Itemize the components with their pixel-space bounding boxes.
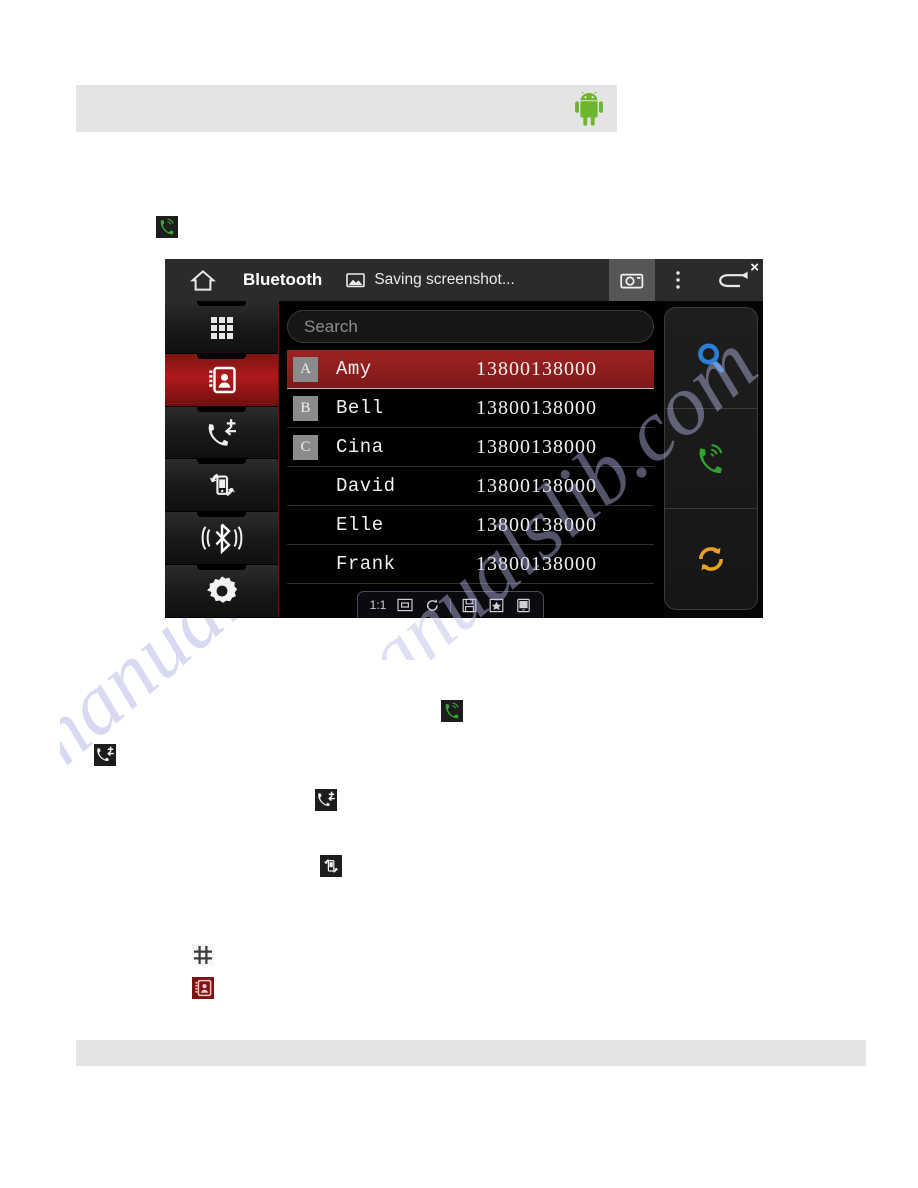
contact-letter-badge: C	[293, 434, 318, 460]
dialpad-icon	[210, 316, 233, 339]
sidebar-item-call-log[interactable]	[165, 406, 278, 460]
tablet-icon	[516, 598, 530, 612]
contact-name: Elle	[336, 514, 384, 536]
phone-call-green-icon	[441, 700, 463, 722]
star-icon	[489, 598, 503, 612]
sidebar-item-settings[interactable]	[165, 565, 278, 618]
contact-phone: 13800138000	[476, 396, 597, 419]
search-input[interactable]: Search	[287, 310, 654, 343]
search-action-button[interactable]	[665, 308, 757, 409]
magnifier-icon	[698, 343, 724, 373]
scale-label: 1:1	[369, 598, 387, 612]
contact-name: Cina	[336, 436, 384, 458]
dialpad-grid-icon	[192, 944, 214, 966]
page-title: Bluetooth	[243, 270, 323, 289]
action-panel	[664, 307, 758, 610]
table-row[interactable]: Frank 13800138000	[287, 545, 654, 584]
table-row[interactable]: B Bell 13800138000	[287, 389, 654, 428]
favorite-button[interactable]	[484, 595, 508, 615]
floppy-save-icon	[462, 598, 476, 612]
footer-band	[76, 1040, 866, 1066]
sidebar-item-bluetooth[interactable]	[165, 512, 278, 566]
contact-name: Bell	[336, 397, 384, 419]
fit-screen-icon	[397, 598, 413, 612]
page-watermark: manualslib.com	[60, 560, 760, 1080]
device-view-button[interactable]	[511, 595, 535, 615]
contact-letter-badge: A	[293, 356, 318, 382]
contact-phone: 13800138000	[476, 474, 597, 497]
contact-name: David	[336, 475, 396, 497]
search-area: Search	[279, 310, 664, 343]
table-row[interactable]: David 13800138000	[287, 467, 654, 506]
notification-area: Saving screenshot...	[346, 271, 515, 289]
overflow-menu-button[interactable]	[655, 259, 701, 301]
call-action-button[interactable]	[665, 409, 757, 510]
save-button[interactable]	[457, 595, 481, 615]
call-log-icon	[94, 744, 116, 766]
contact-phone: 13800138000	[476, 435, 597, 458]
header-band	[76, 85, 617, 132]
contacts-red-icon	[192, 977, 214, 999]
sync-phone-icon	[320, 855, 342, 877]
contact-phone: 13800138000	[476, 513, 597, 536]
contact-phone: 13800138000	[476, 357, 597, 380]
titlebar-actions: ×	[609, 259, 763, 301]
bluetooth-icon	[201, 523, 242, 555]
device-screenshot: Bluetooth Saving screenshot... × Search …	[165, 259, 763, 618]
contacts-list: A Amy 13800138000 B Bell 13800138000 C C…	[279, 350, 664, 584]
contact-name: Amy	[336, 358, 372, 380]
table-row[interactable]: C Cina 13800138000	[287, 428, 654, 467]
contact-letter-badge	[293, 474, 318, 499]
fit-screen-button[interactable]	[393, 595, 417, 615]
sidebar-item-sync[interactable]	[165, 459, 278, 513]
close-button[interactable]: ×	[750, 260, 759, 275]
rotate-button[interactable]	[420, 595, 444, 615]
screenshot-button[interactable]	[609, 259, 655, 301]
gear-icon	[206, 576, 237, 603]
contact-letter-badge	[293, 552, 318, 577]
phone-call-icon	[699, 443, 723, 473]
call-log-icon	[208, 418, 236, 446]
sync-phone-icon	[209, 474, 235, 497]
contact-name: Frank	[336, 553, 396, 575]
toolbar-separator	[450, 597, 451, 613]
contacts-panel: Search A Amy 13800138000 B Bell 13800138…	[279, 301, 664, 618]
sync-action-button[interactable]	[665, 509, 757, 609]
contacts-icon	[208, 366, 236, 393]
contact-letter-badge: B	[293, 395, 318, 421]
search-placeholder: Search	[304, 316, 358, 336]
android-robot-icon	[575, 91, 603, 126]
home-icon	[190, 269, 216, 291]
back-arrow-icon	[718, 271, 748, 288]
contact-letter-badge	[293, 513, 318, 538]
sidebar-item-contacts[interactable]	[165, 353, 278, 407]
image-icon	[346, 273, 366, 288]
device-body: Search A Amy 13800138000 B Bell 13800138…	[165, 301, 763, 618]
floating-toolbar: 1:1	[357, 591, 544, 618]
sidebar-item-dialpad[interactable]	[165, 301, 278, 354]
camera-icon	[620, 273, 644, 288]
notification-text: Saving screenshot...	[374, 271, 515, 288]
contact-phone: 13800138000	[476, 552, 597, 575]
home-button[interactable]	[165, 269, 241, 292]
call-log-icon	[315, 789, 337, 811]
rotate-icon	[426, 598, 438, 611]
more-vertical-icon	[676, 271, 680, 289]
table-row[interactable]: Elle 13800138000	[287, 506, 654, 545]
refresh-icon	[699, 547, 723, 572]
sidebar	[165, 301, 279, 618]
table-row[interactable]: A Amy 13800138000	[287, 350, 654, 389]
device-titlebar: Bluetooth Saving screenshot... ×	[165, 259, 763, 301]
phone-call-green-icon	[156, 216, 178, 238]
back-button[interactable]: ×	[701, 259, 763, 301]
